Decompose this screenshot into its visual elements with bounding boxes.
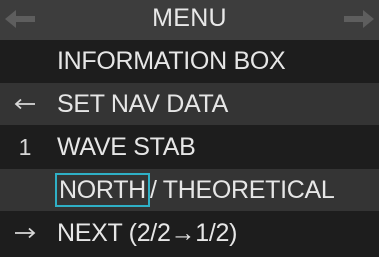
menu-item-marker xyxy=(0,212,50,254)
menu-item-north-theoretical[interactable]: NORTH / THEORETICAL xyxy=(0,169,379,211)
menu-item-number: 1 xyxy=(18,133,32,160)
menu-title: MENU xyxy=(152,4,227,32)
right-arrow-icon xyxy=(15,227,36,239)
menu-item-label: INFORMATION BOX xyxy=(57,47,286,75)
right-arrow-icon[interactable] xyxy=(342,8,376,30)
option-theoretical[interactable]: / THEORETICAL xyxy=(150,176,335,204)
menu-title-bar: MENU xyxy=(0,0,379,40)
menu-item-set-nav-data[interactable]: SET NAV DATA xyxy=(0,83,379,125)
menu-item-label: NEXT (2/2→1/2) xyxy=(57,219,238,247)
menu-panel: MENU INFORMATION BOX SET NAV DATA 1 WAVE… xyxy=(0,0,379,257)
menu-item-label: WAVE STAB xyxy=(57,133,196,161)
menu-item-label: NORTH / THEORETICAL xyxy=(55,169,335,211)
menu-item-marker xyxy=(0,40,50,82)
left-arrow-icon xyxy=(14,98,35,110)
menu-item-label: SET NAV DATA xyxy=(57,90,228,118)
menu-item-wave-stab[interactable]: 1 WAVE STAB xyxy=(0,126,379,168)
option-north-selected[interactable]: NORTH xyxy=(55,173,150,207)
menu-item-information-box[interactable]: INFORMATION BOX xyxy=(0,40,379,82)
menu-item-next[interactable]: NEXT (2/2→1/2) xyxy=(0,212,379,254)
menu-item-marker: 1 xyxy=(0,126,50,168)
menu-item-marker xyxy=(0,83,50,125)
menu-item-marker xyxy=(0,169,50,211)
